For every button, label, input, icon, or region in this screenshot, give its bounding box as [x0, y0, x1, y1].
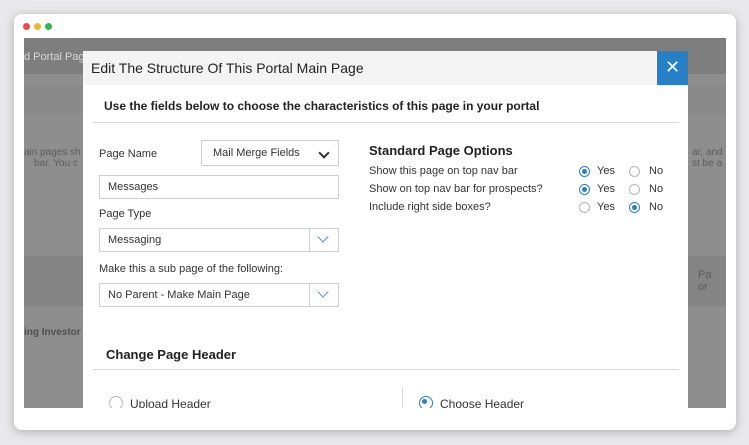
- page-name-dropdown[interactable]: Mail Merge Fields: [201, 140, 339, 166]
- background-text-left-2: bar. You c: [34, 158, 78, 169]
- close-icon: ✕: [664, 57, 681, 77]
- page-name-label: Page Name: [99, 148, 158, 160]
- prospects-no-radio[interactable]: [629, 184, 640, 195]
- prospects-yes-radio[interactable]: [579, 184, 590, 195]
- modal-title: Edit The Structure Of This Portal Main P…: [91, 60, 364, 76]
- option-label-top-nav: Show this page on top nav bar: [369, 165, 518, 177]
- close-button[interactable]: ✕: [657, 51, 688, 85]
- page-screen: d Portal Page ain pages sh bar. You c ar…: [24, 38, 726, 408]
- sub-page-value: No Parent - Make Main Page: [108, 289, 250, 301]
- right-boxes-yes-label: Yes: [597, 201, 615, 213]
- window-titlebar: [14, 14, 736, 38]
- page-name-value: Messages: [108, 181, 159, 193]
- page-type-label: Page Type: [99, 208, 152, 220]
- page-type-select-button[interactable]: [309, 229, 338, 251]
- background-column-2: or: [698, 281, 708, 293]
- chevron-down-icon: [318, 147, 330, 159]
- background-page-title: d Portal Page: [24, 51, 91, 63]
- right-boxes-no-label: No: [649, 201, 664, 213]
- app-window: d Portal Page ain pages sh bar. You c ar…: [14, 14, 736, 430]
- chevron-down-icon: [317, 286, 329, 298]
- page-name-input[interactable]: Messages: [99, 175, 339, 199]
- chevron-down-icon: [317, 231, 329, 243]
- prospects-yes-label: Yes: [597, 183, 615, 195]
- modal-subtitle: Use the fields below to choose the chara…: [104, 99, 540, 113]
- sub-page-select[interactable]: No Parent - Make Main Page: [99, 283, 339, 307]
- sub-page-select-button[interactable]: [309, 284, 338, 306]
- background-column-1: Pa: [698, 269, 712, 281]
- upload-header-radio[interactable]: [109, 396, 123, 408]
- option-label-right-boxes: Include right side boxes?: [369, 201, 491, 213]
- divider: [93, 369, 679, 370]
- close-window-button[interactable]: [23, 23, 30, 30]
- minimize-window-button[interactable]: [34, 23, 41, 30]
- change-header-title: Change Page Header: [106, 347, 237, 362]
- choose-header-label: Choose Header: [440, 397, 525, 408]
- right-boxes-yes-radio[interactable]: [579, 202, 590, 213]
- header-column-divider: [402, 387, 403, 408]
- standard-options-title: Standard Page Options: [369, 143, 513, 158]
- edit-structure-modal: Edit The Structure Of This Portal Main P…: [83, 51, 688, 408]
- top-nav-yes-radio[interactable]: [579, 166, 590, 177]
- top-nav-no-label: No: [649, 165, 664, 177]
- divider: [93, 122, 679, 123]
- option-label-prospects: Show on top nav bar for prospects?: [369, 183, 543, 195]
- background-text-right-2: st be a: [692, 158, 723, 169]
- page-type-value: Messaging: [108, 234, 162, 246]
- top-nav-yes-label: Yes: [597, 165, 615, 177]
- modal-header: Edit The Structure Of This Portal Main P…: [83, 51, 688, 85]
- page-type-select[interactable]: Messaging: [99, 228, 339, 252]
- prospects-no-label: No: [649, 183, 664, 195]
- maximize-window-button[interactable]: [45, 23, 52, 30]
- top-nav-no-radio[interactable]: [629, 166, 640, 177]
- sub-page-label: Make this a sub page of the following:: [99, 263, 284, 275]
- right-boxes-no-radio[interactable]: [629, 202, 640, 213]
- choose-header-radio[interactable]: [419, 396, 433, 408]
- page-name-dropdown-label: Mail Merge Fields: [213, 147, 300, 159]
- upload-header-label: Upload Header: [130, 397, 211, 408]
- background-row-text: ing Investor: [24, 327, 81, 338]
